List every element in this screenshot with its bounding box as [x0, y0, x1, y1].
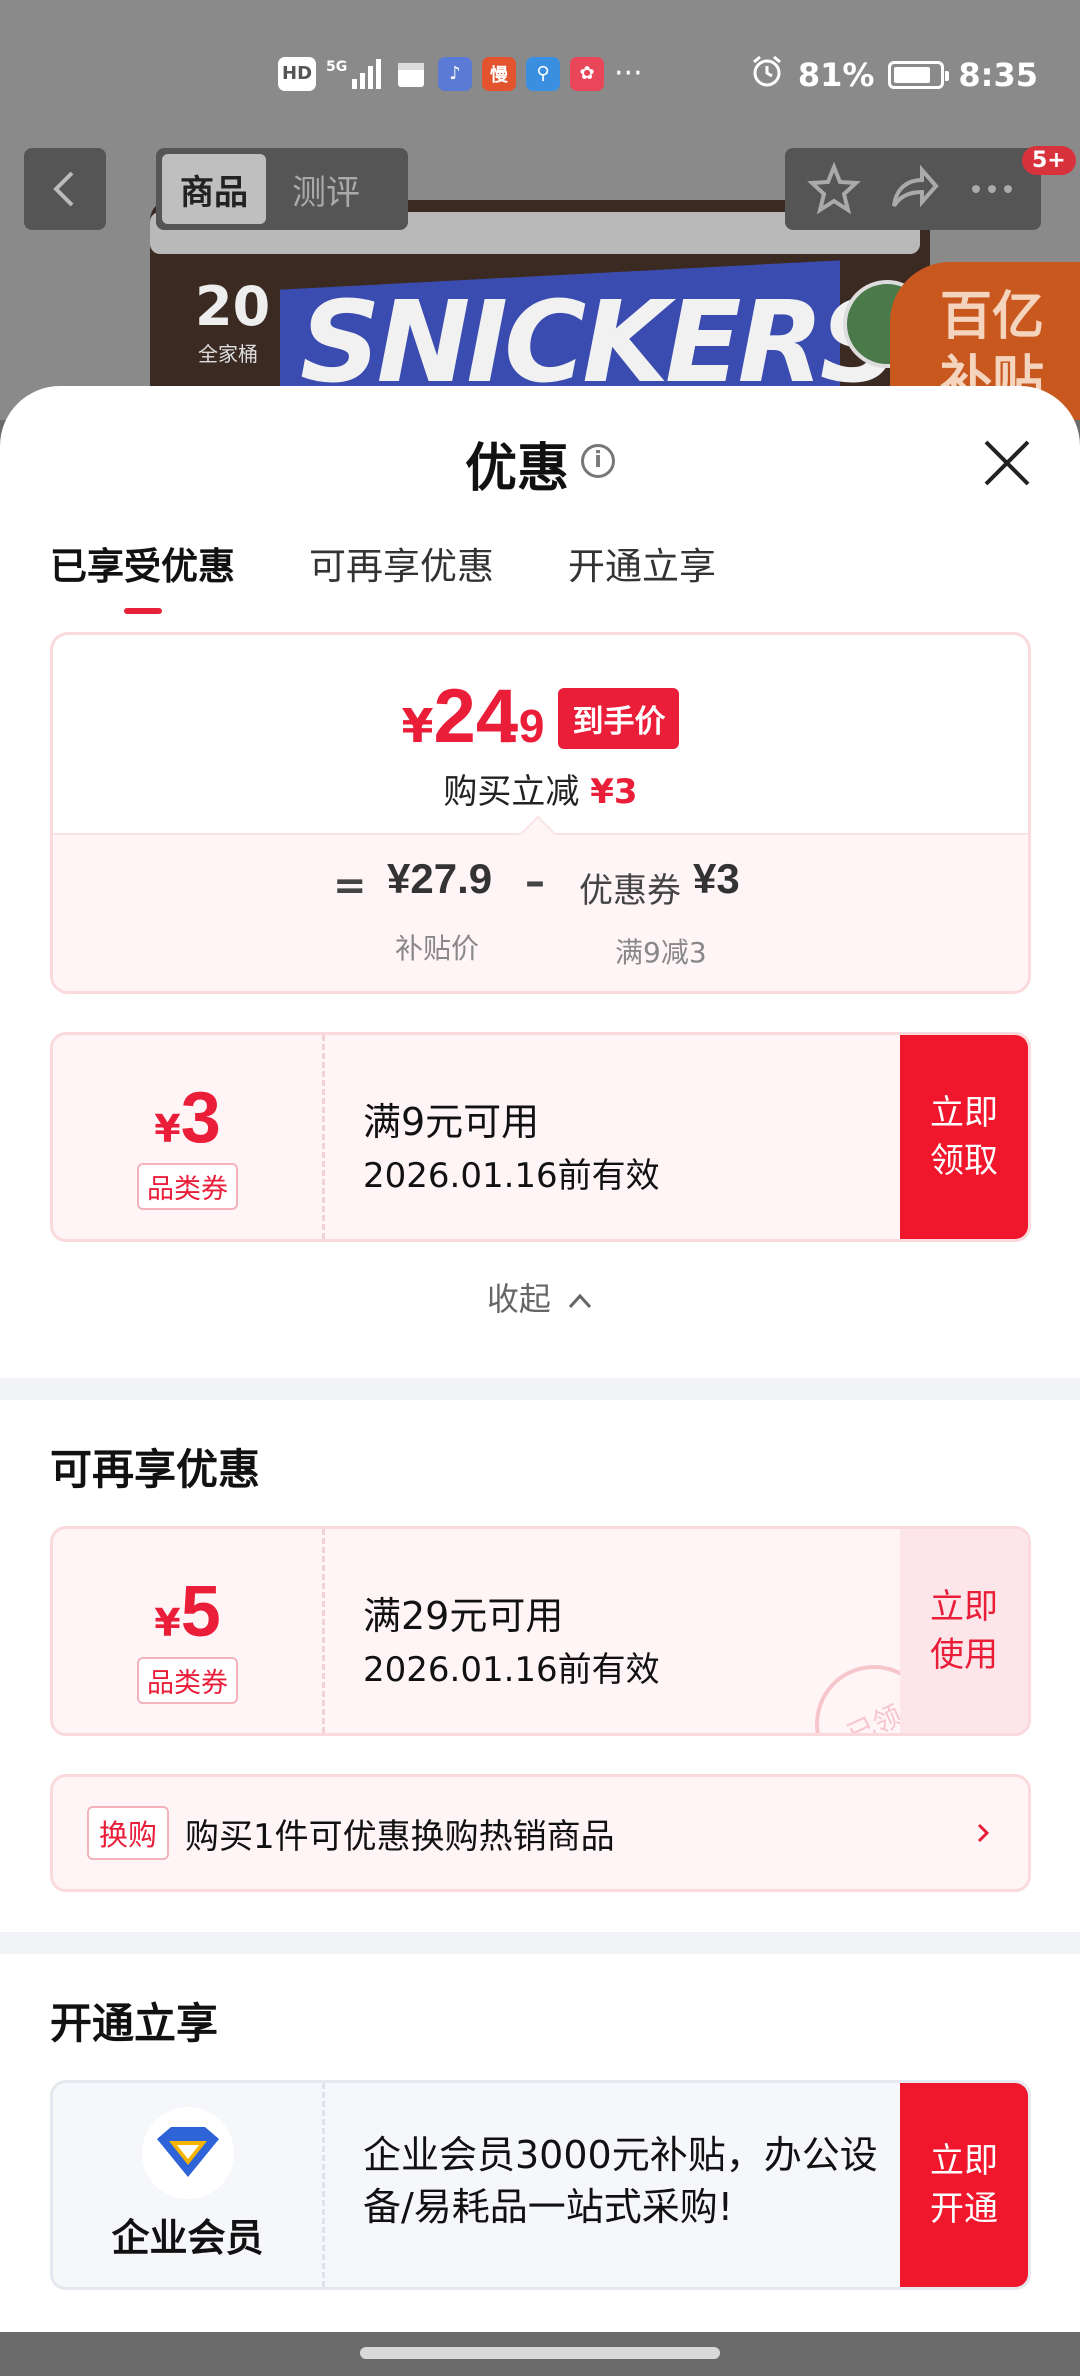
coupon-condition: 满9元可用 [363, 1100, 540, 1144]
price-breakdown: = ¥27.9 补贴价 – 优惠券 ¥3 满9减3 [53, 833, 1028, 991]
svg-text:5G: 5G [326, 59, 347, 75]
section-divider [0, 1932, 1080, 1954]
notification-badge: 5+ [1022, 146, 1076, 175]
coupon-expiry: 2026.01.16前有效 [363, 1156, 660, 1196]
coupon-card: ¥3 品类券 满9元可用 2026.01.16前有效 立即 领取 [50, 1032, 1031, 1242]
info-icon[interactable]: i [581, 443, 615, 478]
member-block: 企业会员 [53, 2083, 325, 2287]
product-count: 20 [195, 275, 271, 338]
more-status-icon: ··· [614, 56, 643, 91]
trade-in-row[interactable]: 换购 购买1件可优惠换购热销商品 [50, 1774, 1031, 1892]
equals-sign: = [333, 863, 367, 909]
claim-coupon-button[interactable]: 立即 领取 [900, 1035, 1028, 1239]
final-price: ¥24.9 到手价 [53, 635, 1028, 760]
product-actions [785, 148, 1041, 230]
coupon-condition: 满29元可用 [363, 1594, 564, 1638]
more-icon[interactable] [965, 162, 1019, 216]
share-icon[interactable] [886, 162, 940, 216]
coupon-amount-block: ¥3 品类券 [53, 1035, 325, 1239]
discount-tabs: 已享受优惠 可再享优惠 开通立享 [50, 536, 716, 614]
collapse-toggle[interactable]: 收起 [0, 1274, 1080, 1320]
coupon-amount: 3 [180, 1078, 221, 1158]
coupon-currency: ¥ [154, 1601, 181, 1645]
back-button[interactable] [24, 148, 106, 230]
reduce-value: ¥3 [590, 772, 638, 812]
gift-app-icon: ✿ [570, 56, 605, 91]
reduce-label: 购买立减 [443, 772, 580, 812]
hd-icon: HD [278, 56, 317, 91]
coupon-type: 品类券 [137, 1163, 238, 1210]
discount-sheet: 优惠 i 已享受优惠 可再享优惠 开通立享 ¥24.9 到手价 购买立减 ¥3 =… [0, 386, 1080, 2332]
section-title-activate: 开通立享 [50, 1999, 219, 2048]
coupon-expiry: 2026.01.16前有效 [363, 1650, 660, 1690]
coupon-details: 满29元可用 2026.01.16前有效 [363, 1585, 660, 1691]
member-card: 企业会员 企业会员3000元补贴，办公设备/易耗品一站式采购! 立即 开通 [50, 2080, 1031, 2290]
minus-sign: – [525, 859, 545, 905]
coupon-amount: 5 [180, 1572, 221, 1652]
coupon-currency: ¥ [154, 1107, 181, 1151]
sheet-title: 优惠 [464, 439, 569, 499]
man-app-icon: 慢 [482, 56, 517, 91]
activate-member-button[interactable]: 立即 开通 [900, 2083, 1028, 2287]
member-description: 企业会员3000元补贴，办公设备/易耗品一站式采购! [363, 2133, 878, 2229]
signal-5g-icon: 5G [326, 57, 384, 91]
alarm-icon [750, 54, 784, 96]
final-price-currency: ¥ [401, 699, 434, 753]
coupon-type: 品类券 [137, 1657, 238, 1704]
trade-in-text: 购买1件可优惠换购热销商品 [185, 1816, 615, 1857]
home-indicator[interactable] [360, 2347, 720, 2359]
member-logo-icon [141, 2107, 234, 2199]
status-bar: HD 5G ♪ 慢 ⚲ ✿ ··· 81% 8:35 [0, 40, 1080, 110]
calendar-icon [394, 57, 428, 91]
section-title-more: 可再享优惠 [50, 1445, 261, 1494]
coupon-value: ¥3 [693, 855, 740, 902]
chevron-right-icon [977, 1823, 990, 1843]
map-app-icon: ⚲ [526, 56, 561, 91]
chevron-left-icon [53, 171, 74, 207]
tab-enjoyed-discounts[interactable]: 已享受优惠 [50, 536, 235, 614]
tab-activate-discounts[interactable]: 开通立享 [568, 536, 716, 614]
collapse-label: 收起 [486, 1280, 551, 1318]
close-icon[interactable] [980, 436, 1034, 490]
coupon-rule: 满9减3 [615, 936, 707, 969]
product-count-sub: 全家桶 [198, 342, 258, 366]
final-price-tag: 到手价 [558, 688, 680, 749]
star-icon[interactable] [807, 162, 862, 216]
clock: 8:35 [958, 56, 1038, 94]
music-app-icon: ♪ [438, 56, 473, 91]
chevron-up-icon [568, 1293, 592, 1309]
reduce-row: 购买立减 ¥3 [53, 764, 1028, 813]
coupon-card: ¥5 品类券 满29元可用 2026.01.16前有效 已领 立即 使用 [50, 1526, 1031, 1736]
battery-icon [888, 61, 950, 89]
subsidy-price: ¥27.9 [387, 855, 493, 902]
coupon-amount-block: ¥5 品类券 [53, 1529, 325, 1733]
section-divider [0, 1378, 1080, 1400]
sheet-header: 优惠 i [0, 426, 1080, 501]
tab-product[interactable]: 商品 [162, 154, 266, 224]
final-price-decimal: .9 [506, 700, 545, 752]
product-tabs: 商品 测评 [156, 148, 408, 230]
coupon-details: 满9元可用 2026.01.16前有效 [363, 1091, 660, 1197]
use-coupon-button[interactable]: 立即 使用 [900, 1529, 1028, 1733]
subsidy-price-label: 补贴价 [395, 932, 480, 965]
tab-review[interactable]: 测评 [274, 154, 378, 224]
member-name: 企业会员 [111, 2216, 264, 2260]
price-summary: ¥24.9 到手价 购买立减 ¥3 = ¥27.9 补贴价 – 优惠券 ¥3 满… [50, 632, 1031, 994]
coupon-label: 优惠券 [579, 871, 681, 911]
tab-more-discounts[interactable]: 可再享优惠 [309, 536, 494, 614]
trade-in-tag: 换购 [87, 1806, 170, 1860]
battery-percent: 81% [797, 56, 875, 94]
